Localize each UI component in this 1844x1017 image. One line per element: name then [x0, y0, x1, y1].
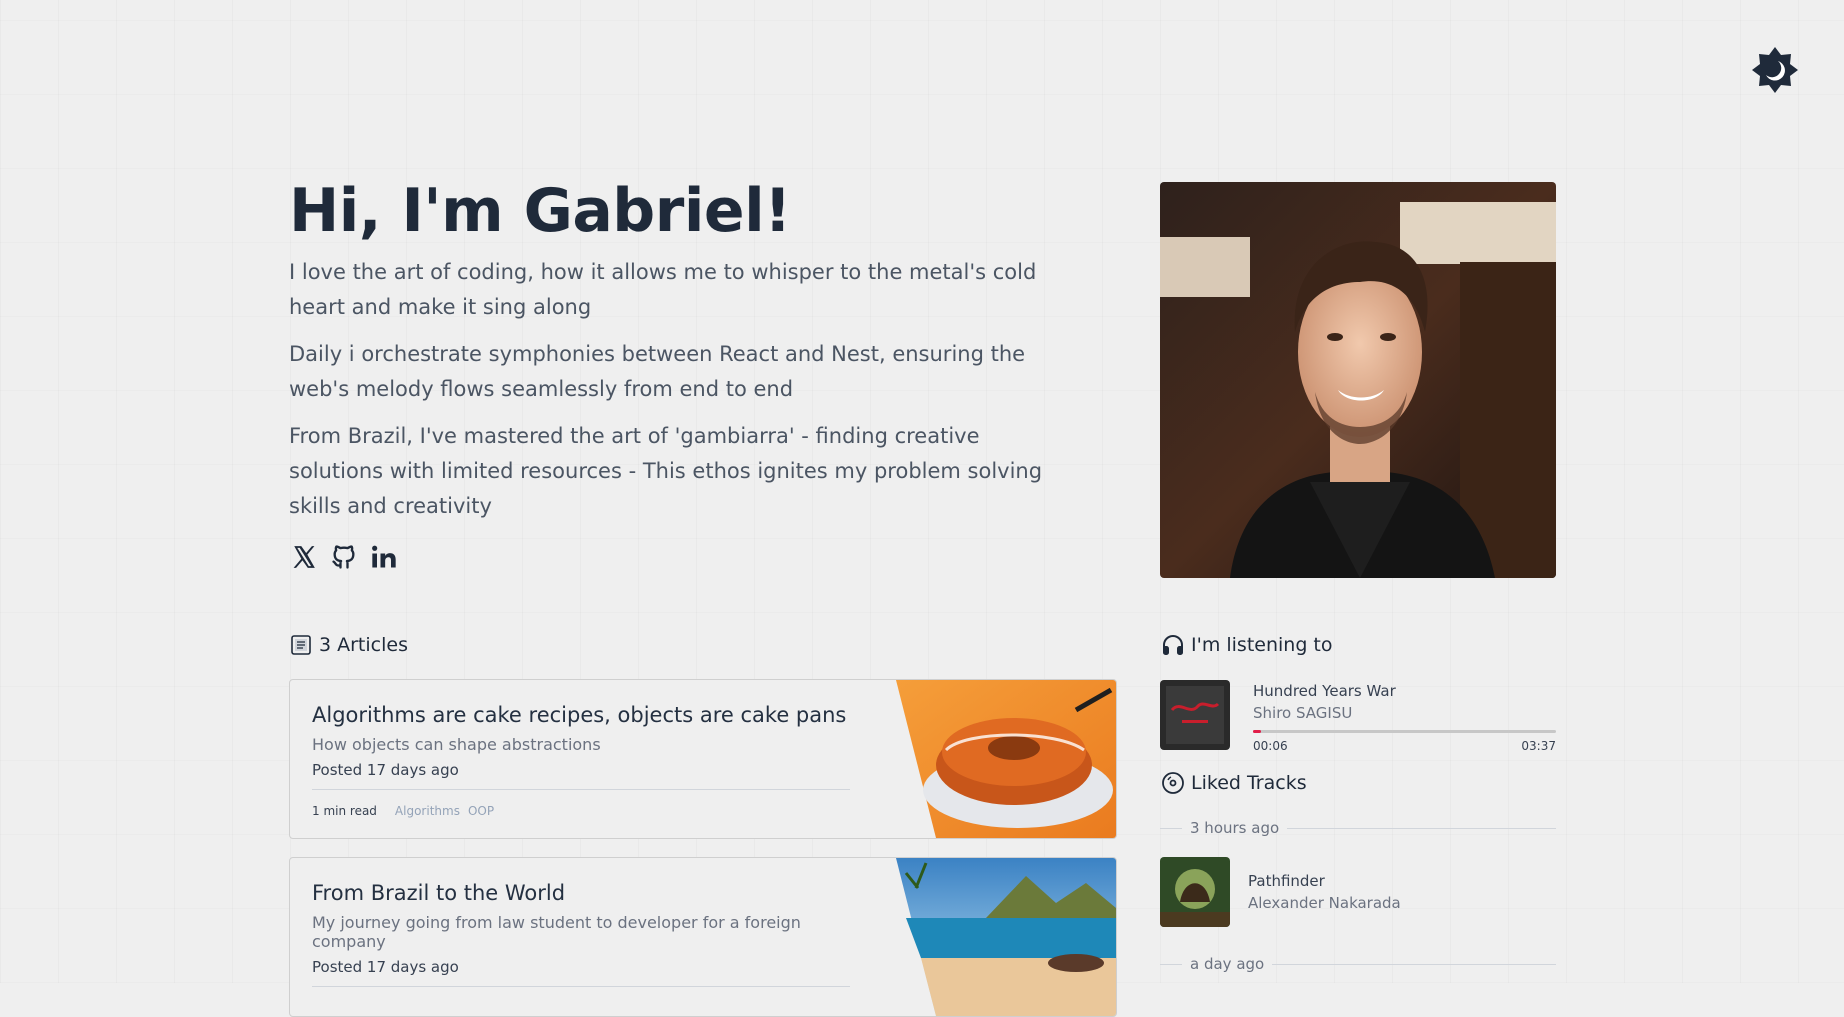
linkedin-icon — [372, 545, 396, 568]
vinyl-icon — [1162, 772, 1184, 794]
elapsed-time: 00:06 — [1253, 739, 1288, 753]
articles-count: 3 Articles — [319, 634, 408, 656]
article-card[interactable]: Algorithms are cake recipes, objects are… — [289, 679, 1117, 839]
article-date: Posted 17 days ago — [312, 761, 459, 780]
linkedin-link[interactable] — [369, 542, 399, 572]
page-title: Hi, I'm Gabriel! — [289, 176, 792, 246]
liked-tracks-header: Liked Tracks — [1161, 771, 1307, 795]
track-title: Pathfinder — [1248, 872, 1325, 890]
liked-title: Liked Tracks — [1191, 772, 1307, 794]
github-icon — [332, 545, 355, 569]
liked-track[interactable]: Pathfinder Alexander Nakarada — [1160, 857, 1556, 929]
progress-bar[interactable] — [1253, 730, 1556, 733]
intro-paragraph-2: Daily i orchestrate symphonies between R… — [289, 342, 1026, 401]
progress-fill — [1253, 730, 1262, 733]
track-artist: Alexander Nakarada — [1248, 894, 1401, 912]
article-divider — [312, 986, 850, 988]
track-artist: Shiro SAGISU — [1253, 704, 1353, 722]
moon-icon — [1752, 47, 1798, 93]
theme-toggle-button[interactable] — [1750, 45, 1800, 95]
article-title: Algorithms are cake recipes, objects are… — [312, 703, 847, 727]
social-links — [289, 542, 1089, 572]
hero-section: Hi, I'm Gabriel! I love the art of codin… — [289, 175, 1089, 572]
x-icon — [293, 546, 315, 568]
newspaper-icon — [291, 635, 311, 655]
time-divider: 3 hours ago — [1160, 819, 1556, 837]
x-link[interactable] — [289, 542, 319, 572]
portrait-image — [1160, 182, 1556, 578]
headphones-icon — [1163, 635, 1183, 655]
time-label: 3 hours ago — [1190, 819, 1280, 837]
read-time: 1 min read — [312, 804, 377, 819]
time-label: a day ago — [1190, 955, 1265, 973]
album-cover — [1160, 680, 1230, 750]
github-link[interactable] — [329, 542, 359, 572]
track-duration: 03:37 — [1521, 739, 1556, 753]
article-subtitle: My journey going from law student to dev… — [312, 913, 801, 952]
article-thumbnail-beach — [896, 858, 1116, 1016]
article-date: Posted 17 days ago — [312, 958, 459, 977]
article-tag[interactable]: OOP — [468, 804, 494, 818]
intro-paragraph-3: From Brazil, I've mastered the art of 'g… — [289, 424, 1043, 518]
now-playing-track[interactable]: Hundred Years War Shiro SAGISU 00:06 03:… — [1160, 680, 1556, 753]
time-divider: a day ago — [1160, 955, 1556, 973]
listening-title: I'm listening to — [1191, 634, 1333, 656]
intro-paragraph-1: I love the art of coding, how it allows … — [289, 260, 1037, 319]
article-title: From Brazil to the World — [312, 881, 566, 905]
articles-header: 3 Articles — [289, 633, 408, 657]
track-title: Hundred Years War — [1253, 682, 1396, 700]
article-thumbnail-cake — [896, 680, 1116, 838]
article-divider — [312, 789, 850, 791]
article-card[interactable]: From Brazil to the World My journey goin… — [289, 857, 1117, 1017]
article-tag[interactable]: Algorithms — [395, 804, 460, 818]
listening-header: I'm listening to — [1161, 633, 1333, 657]
article-subtitle: How objects can shape abstractions — [312, 735, 601, 755]
album-cover — [1160, 857, 1230, 927]
